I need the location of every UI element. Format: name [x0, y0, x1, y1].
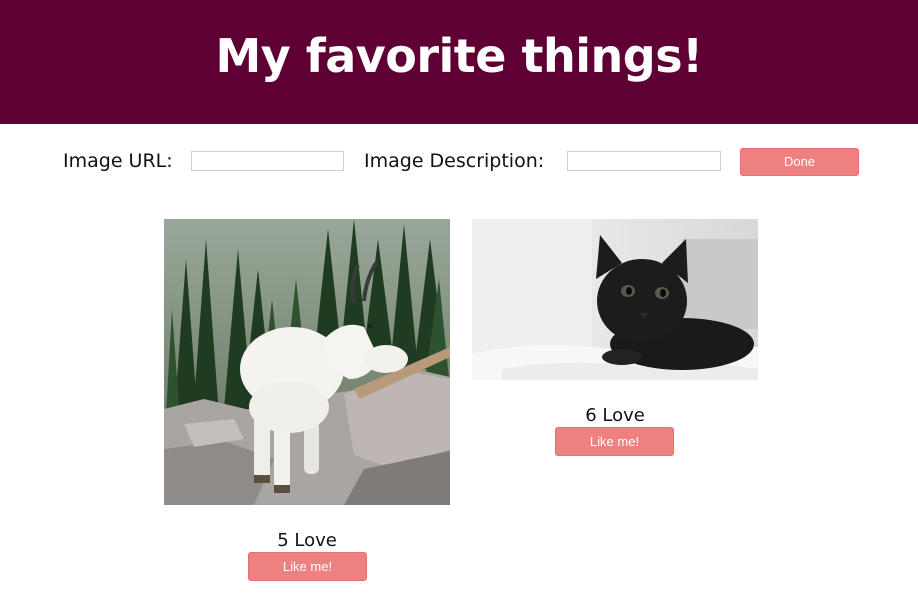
image-url-label: Image URL:: [63, 150, 173, 172]
page-title: My favorite things!: [215, 29, 703, 83]
image-description-label: Image Description:: [364, 150, 545, 172]
done-button[interactable]: Done: [740, 148, 859, 176]
image-description-input[interactable]: [567, 151, 721, 171]
goat-image: [164, 219, 450, 505]
cat-like-button[interactable]: Like me!: [555, 427, 674, 456]
goat-love-count: 5 Love: [277, 530, 337, 551]
goat-like-button[interactable]: Like me!: [248, 552, 367, 581]
cat-image: [472, 219, 758, 380]
cat-love-count: 6 Love: [585, 405, 645, 426]
image-url-input[interactable]: [191, 151, 344, 171]
page-header: My favorite things!: [0, 0, 918, 124]
